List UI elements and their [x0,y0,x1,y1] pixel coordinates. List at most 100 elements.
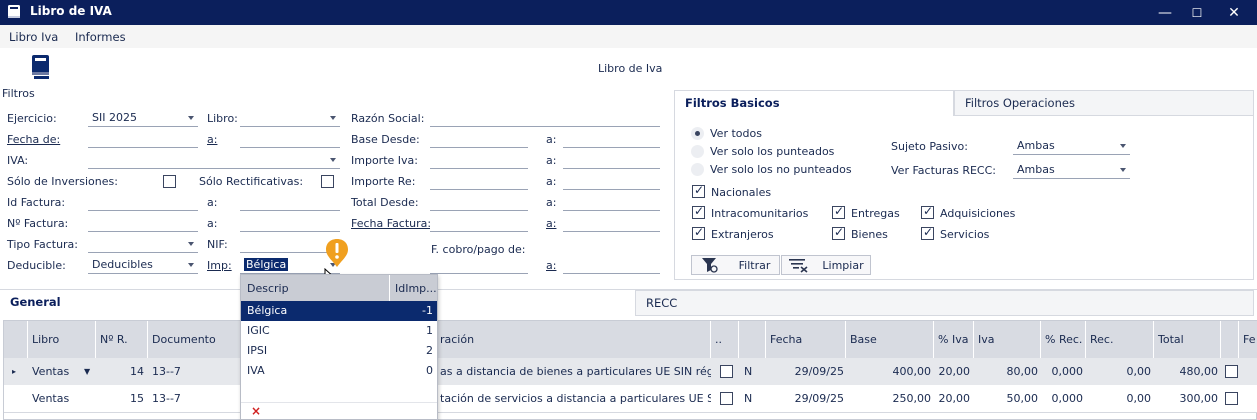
column-header-libro[interactable]: Libro [28,321,96,358]
close-button[interactable]: ✕ [1211,0,1257,25]
radio-no-punteados-label: Ver solo los no punteados [710,163,852,176]
fecha-factura-label: Fecha Factura: [351,217,432,230]
importe-iva-a-input[interactable] [563,151,660,169]
page-title: Libro de Iva [598,62,663,75]
table-row[interactable]: Ventas 15 13--7 tación de servicios a di… [4,385,1257,412]
table-row[interactable]: ▸ Ventas ▼ 14 13--7 as a distancia de bi… [4,358,1257,385]
dropdown-option[interactable]: IVA 0 [241,361,437,381]
f-cobro-a-input[interactable] [563,256,660,274]
column-header-flag[interactable] [739,321,766,358]
grid-header: Libro Nº R. Documento ración .. Fecha Ba… [4,321,1257,358]
intracomunitarios-checkbox[interactable] [692,204,705,219]
chevron-down-icon [188,242,194,246]
ver-facturas-recc-select[interactable]: Ambas [1013,161,1130,179]
dropdown-column-descrip[interactable]: Descrip [247,282,289,295]
sujeto-pasivo-label: Sujeto Pasivo: [891,140,968,153]
dropdown-option[interactable]: IGIC 1 [241,321,437,341]
menu-libro-iva[interactable]: Libro Iva [9,30,58,44]
menu-informes[interactable]: Informes [75,30,126,44]
tab-recc[interactable]: RECC [635,290,1254,316]
row-checkbox[interactable] [1225,365,1238,378]
ejercicio-select[interactable]: SII 2025 [88,109,198,127]
libro-select[interactable] [240,109,340,127]
radio-punteados[interactable] [691,145,704,158]
cell-documento: 13--7 [152,365,181,378]
fecha-factura-input[interactable] [430,214,528,232]
tab-filtros-basicos[interactable]: Filtros Basicos [674,90,954,116]
importe-iva-input[interactable] [430,151,528,169]
tipo-factura-select[interactable] [88,235,198,253]
cell-base: 250,00 [892,392,932,405]
cell-nr: 15 [130,392,144,405]
option-descrip: IGIC [247,324,270,337]
column-header-iva[interactable]: Iva [974,321,1041,358]
row-checkbox[interactable] [1225,392,1238,405]
option-descrip: IVA [247,364,265,377]
servicios-checkbox[interactable] [921,225,934,240]
column-header-piva[interactable]: % Iva [934,321,974,358]
limpiar-button[interactable]: Limpiar [781,255,871,275]
id-factura-a-input[interactable] [240,193,340,211]
book-icon [8,5,20,18]
entregas-checkbox[interactable] [832,204,845,219]
n-factura-a-input[interactable] [240,214,340,232]
fecha-factura-a-input[interactable] [563,214,660,232]
column-header-fecha[interactable]: Fecha [766,321,846,358]
option-id: 1 [426,324,433,337]
column-header-punteado[interactable]: .. [711,321,739,358]
razon-social-input[interactable] [430,109,660,127]
solo-inversiones-checkbox[interactable] [163,175,176,188]
adquisiciones-checkbox[interactable] [921,204,934,219]
solo-rectificativas-checkbox[interactable] [321,175,334,188]
column-header-blank[interactable] [1221,321,1239,358]
radio-ver-todos[interactable] [691,127,704,140]
filtrar-button[interactable]: Filtrar [691,255,780,275]
fecha-de-input[interactable] [88,130,198,148]
base-a-label: a: [546,133,557,146]
dropdown-option[interactable]: IPSI 2 [241,341,437,361]
clear-selection-icon[interactable]: × [251,404,261,418]
column-header-total[interactable]: Total [1154,321,1221,358]
cell-libro: Ventas [32,392,70,405]
bienes-checkbox[interactable] [832,225,845,240]
id-factura-input[interactable] [88,193,198,211]
total-a-input[interactable] [563,193,660,211]
total-desde-input[interactable] [430,193,528,211]
dropdown-option[interactable]: Bélgica -1 [241,301,437,321]
n-factura-input[interactable] [88,214,198,232]
column-header-fe[interactable]: Fe [1239,321,1257,358]
cell-base: 400,00 [892,365,932,378]
chevron-down-icon[interactable]: ▼ [84,358,94,385]
column-header-nr[interactable]: Nº R. [96,321,148,358]
extranjeros-label: Extranjeros [711,228,774,241]
imp-label: Imp: [207,259,232,272]
column-header-prec[interactable]: % Rec. [1041,321,1086,358]
importe-re-a-input[interactable] [563,172,660,190]
dropdown-column-id[interactable]: IdImp... [395,282,437,295]
chevron-down-icon [188,116,194,120]
column-header-rec[interactable]: Rec. [1086,321,1154,358]
nacionales-checkbox[interactable] [692,183,705,198]
base-a-input[interactable] [563,130,660,148]
cell-nr: 14 [130,365,144,378]
f-cobro-input[interactable] [430,256,528,274]
filtros-label: Filtros [2,87,35,100]
row-selector-icon: ▸ [12,367,17,376]
importe-re-input[interactable] [430,172,528,190]
option-id: 2 [426,344,433,357]
extranjeros-checkbox[interactable] [692,225,705,240]
cell-libro: Ventas [32,365,70,378]
fecha-a-input[interactable] [240,130,340,148]
cell-piva: 20,00 [938,392,971,405]
f-cobro-a-label: a: [546,259,557,272]
radio-no-punteados[interactable] [691,163,704,176]
row-checkbox[interactable] [720,365,733,378]
sujeto-pasivo-select[interactable]: Ambas [1013,137,1130,155]
column-header-base[interactable]: Base [846,321,934,358]
column-header-descripcion[interactable]: ración [424,321,711,358]
base-desde-input[interactable] [430,130,528,148]
row-checkbox[interactable] [720,392,733,405]
deducible-select[interactable]: Deducibles [88,256,198,274]
tab-filtros-operaciones[interactable]: Filtros Operaciones [954,90,1254,116]
iva-select[interactable] [88,151,340,169]
